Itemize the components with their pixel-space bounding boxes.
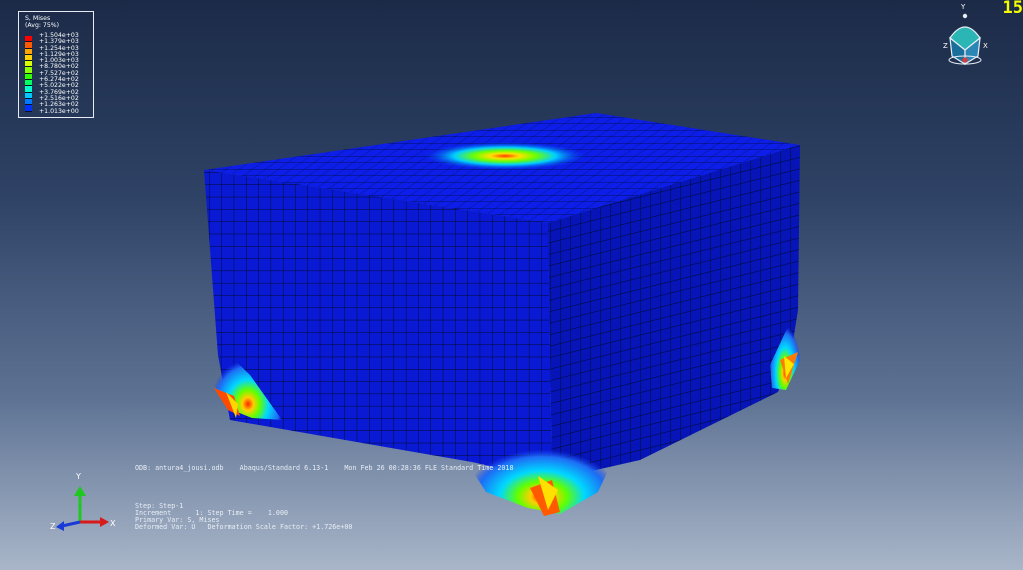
legend-swatch — [25, 105, 32, 112]
legend-value: +1.013e+00 — [39, 107, 79, 115]
view-axis-label-x: X — [983, 42, 988, 50]
frame-number: 15 — [1002, 0, 1023, 18]
axis-label-z: Z — [50, 522, 56, 531]
legend-values: +1.504e+03 +1.379e+03 +1.254e+03 +1.129e+03… — [39, 32, 79, 115]
odb-info-line: ODB: antura4_jousi.odb Abaqus/Standard 6… — [135, 464, 514, 472]
stress-legend: S, Mises (Avg: 75%) +1.504e+03 +1.379e+03… — [18, 11, 94, 118]
legend-subtitle: (Avg: 75%) — [25, 22, 60, 29]
view-axis-label-y: Y — [961, 3, 966, 11]
axis-label-y: Y — [76, 472, 81, 481]
axis-triad — [56, 486, 109, 531]
view-axis-label-z: Z — [943, 42, 948, 50]
model-front-face — [204, 170, 552, 480]
deformed-var-line: Deformed Var: U Deformation Scale Factor… — [135, 523, 353, 531]
model-viewport[interactable] — [0, 0, 1023, 570]
legend-color-bar — [25, 36, 32, 112]
axis-label-x: X — [110, 519, 116, 528]
view-cube-triad[interactable] — [948, 13, 982, 66]
top-stress-hotspot — [423, 142, 587, 170]
